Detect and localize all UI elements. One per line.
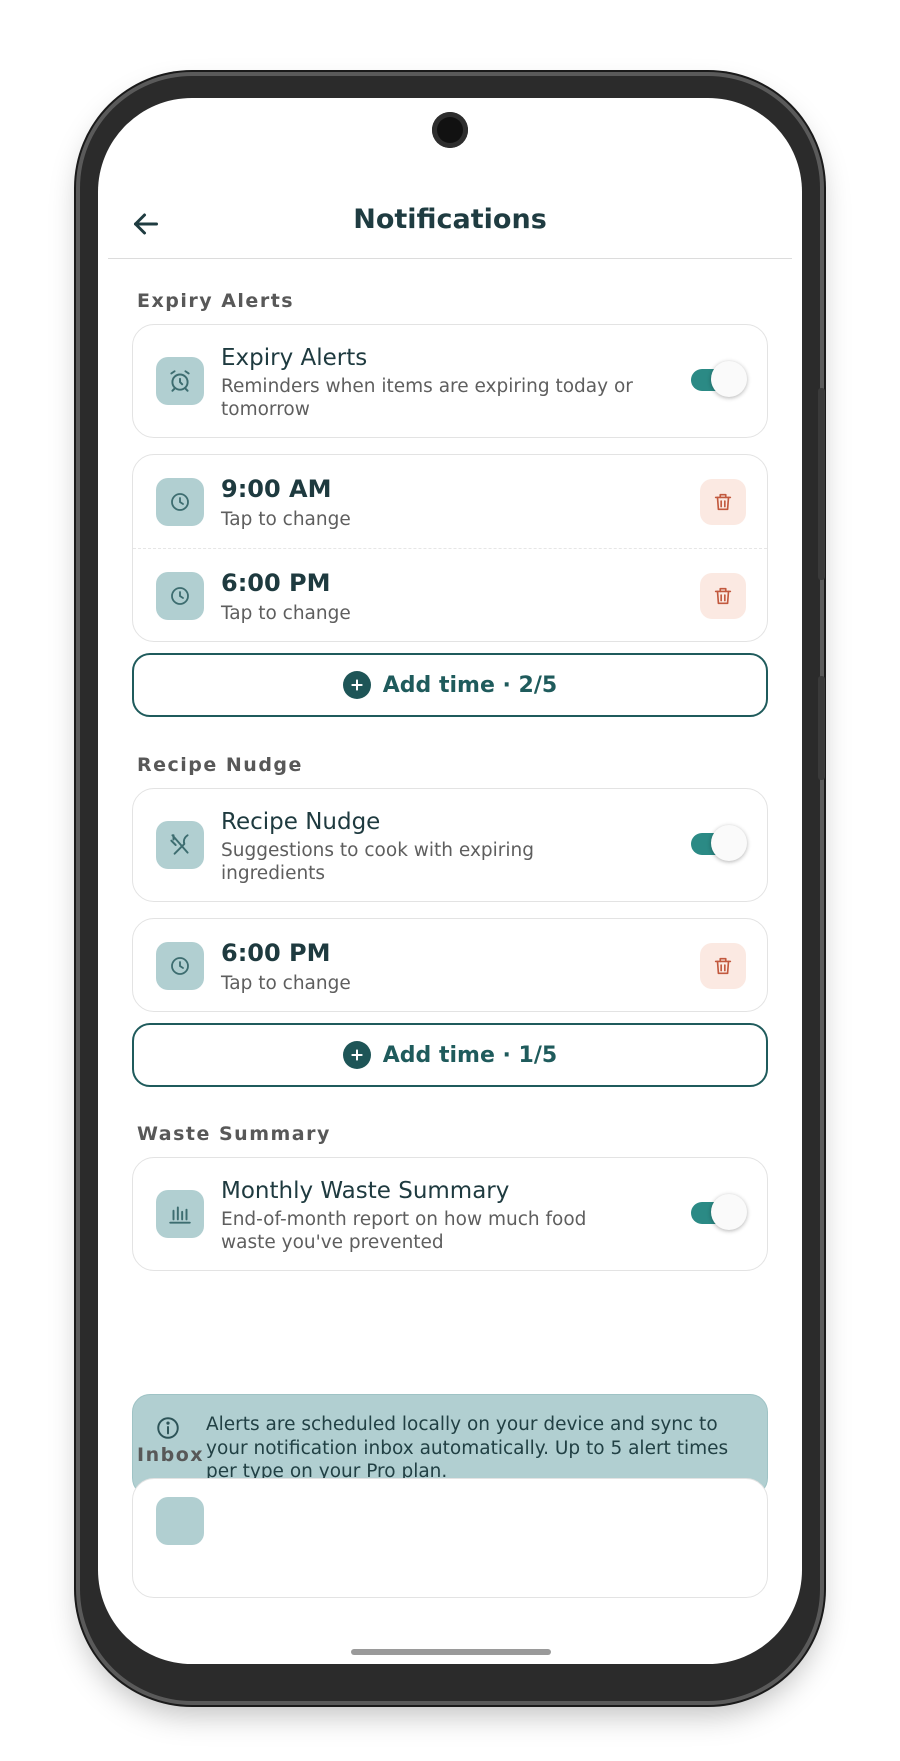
waste-summary-description: End-of-month report on how much food was…	[221, 1209, 587, 1253]
expiry-alerts-title: Expiry Alerts	[221, 345, 368, 371]
delete-time-button[interactable]	[700, 573, 746, 619]
section-label-inbox: Inbox	[137, 1444, 205, 1466]
delete-time-button[interactable]	[700, 943, 746, 989]
trash-icon	[714, 493, 732, 511]
recipe-nudge-toggle[interactable]	[691, 825, 747, 861]
expiry-alerts-card: Expiry Alerts Reminders when items are e…	[132, 324, 768, 438]
front-camera	[432, 112, 468, 148]
clock-icon	[156, 572, 204, 620]
recipe-nudge-description: Suggestions to cook with expiring ingred…	[221, 840, 535, 884]
toggle-knob	[711, 361, 747, 397]
alarm-clock-icon	[156, 357, 204, 405]
toggle-knob	[711, 1194, 747, 1230]
time-row[interactable]: 6:00 PM Tap to change	[133, 549, 767, 642]
recipe-nudge-title: Recipe Nudge	[221, 809, 381, 835]
waste-summary-toggle[interactable]	[691, 1194, 747, 1230]
home-indicator[interactable]	[351, 1649, 551, 1655]
plus-circle-icon	[342, 671, 371, 699]
screen: Notifications Expiry Alerts Expiry Alert…	[98, 98, 802, 1664]
side-button-volume	[818, 676, 825, 780]
trash-icon	[714, 957, 732, 975]
side-button-power	[818, 388, 825, 580]
add-time-label: Add time · 2/5	[382, 672, 558, 698]
clock-icon	[156, 942, 204, 990]
waste-summary-title: Monthly Waste Summary	[221, 1178, 510, 1204]
clock-icon	[156, 478, 204, 526]
recipe-nudge-card: Recipe Nudge Suggestions to cook with ex…	[132, 788, 768, 902]
recipe-times-card: 6:00 PM Tap to change	[132, 918, 768, 1012]
expiry-alerts-toggle[interactable]	[691, 361, 747, 397]
page-title: Notifications	[353, 204, 547, 235]
time-value: 6:00 PM	[221, 569, 331, 597]
time-row[interactable]: 9:00 AM Tap to change	[133, 455, 767, 548]
utensils-crossed-icon	[156, 821, 204, 869]
time-hint: Tap to change	[221, 603, 351, 624]
time-value: 9:00 AM	[221, 475, 332, 503]
section-label-recipe: Recipe Nudge	[137, 754, 303, 776]
expiry-alerts-description: Reminders when items are expiring today …	[221, 376, 633, 420]
section-label-expiry: Expiry Alerts	[137, 290, 295, 312]
add-expiry-time-button[interactable]: Add time · 2/5	[132, 653, 768, 717]
delete-time-button[interactable]	[700, 479, 746, 525]
bar-chart-icon	[156, 1190, 204, 1238]
expiry-times-card: 9:00 AM Tap to change 6:00 PM Tap to cha…	[132, 454, 768, 642]
waste-summary-card: Monthly Waste Summary End-of-month repor…	[132, 1157, 768, 1271]
time-hint: Tap to change	[221, 973, 351, 994]
trash-icon	[714, 587, 732, 605]
header-divider	[108, 258, 792, 259]
toggle-knob	[711, 825, 747, 861]
inbox-icon	[156, 1497, 204, 1545]
app-header: Notifications	[98, 188, 802, 258]
time-hint: Tap to change	[221, 509, 351, 530]
add-recipe-time-button[interactable]: Add time · 1/5	[132, 1023, 768, 1087]
inbox-card	[132, 1478, 768, 1598]
time-row[interactable]: 6:00 PM Tap to change	[133, 919, 767, 1012]
add-time-label: Add time · 1/5	[382, 1042, 558, 1068]
info-text: Alerts are scheduled locally on your dev…	[206, 1414, 729, 1482]
plus-circle-icon	[342, 1041, 371, 1069]
section-label-waste: Waste Summary	[137, 1123, 331, 1145]
info-icon	[157, 1417, 179, 1439]
time-value: 6:00 PM	[221, 939, 331, 967]
